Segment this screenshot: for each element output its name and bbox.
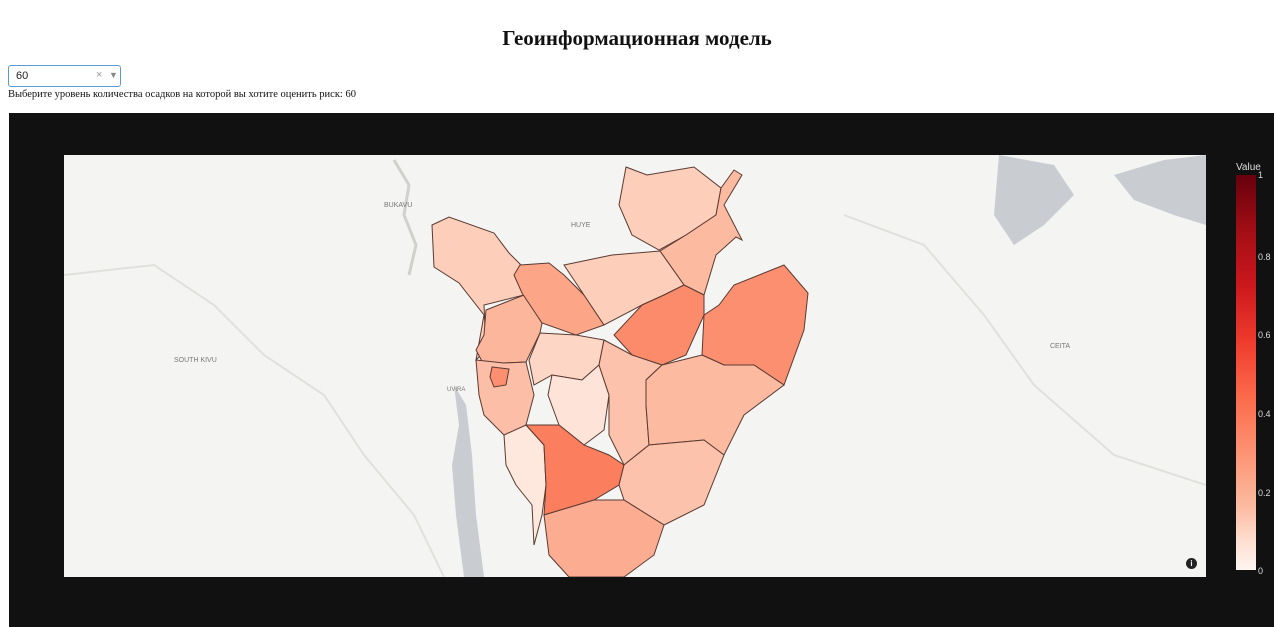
colorbar-tick: 0.8 — [1258, 252, 1271, 262]
map-svg: BUKAVU HUYE SOUTH KIVU UVIRA CEITA — [64, 155, 1206, 577]
map-label-huye: HUYE — [571, 222, 591, 229]
map-label-south-kivu: SOUTH KIVU — [174, 357, 217, 364]
precipitation-dropdown[interactable]: 60 × ▼ — [8, 65, 121, 87]
colorbar-tick: 0.4 — [1258, 409, 1271, 419]
colorbar-tick: 0 — [1258, 566, 1264, 576]
colorbar-tick: 1 — [1258, 170, 1264, 180]
colorbar-tick: 0.6 — [1258, 330, 1271, 340]
dropdown-value: 60 — [16, 70, 29, 82]
colorbar — [1236, 175, 1256, 570]
map-label-bukavu: BUKAVU — [384, 202, 412, 209]
map-label-ceita: CEITA — [1050, 343, 1070, 350]
info-icon[interactable]: i — [1186, 558, 1197, 569]
province-bujumbura-mairie[interactable] — [489, 366, 510, 388]
chevron-down-icon[interactable]: ▼ — [109, 70, 118, 80]
top-cropped-strip — [0, 0, 1274, 8]
selection-help-text: Выберите уровень количества осадков на к… — [8, 89, 356, 100]
page-title: Геоинформационная модель — [502, 26, 772, 50]
clear-icon[interactable]: × — [96, 69, 102, 81]
colorbar-tick: 0.2 — [1258, 488, 1271, 498]
map-label-uvira: UVIRA — [447, 387, 465, 393]
choropleth-map[interactable]: BUKAVU HUYE SOUTH KIVU UVIRA CEITA — [64, 155, 1206, 577]
